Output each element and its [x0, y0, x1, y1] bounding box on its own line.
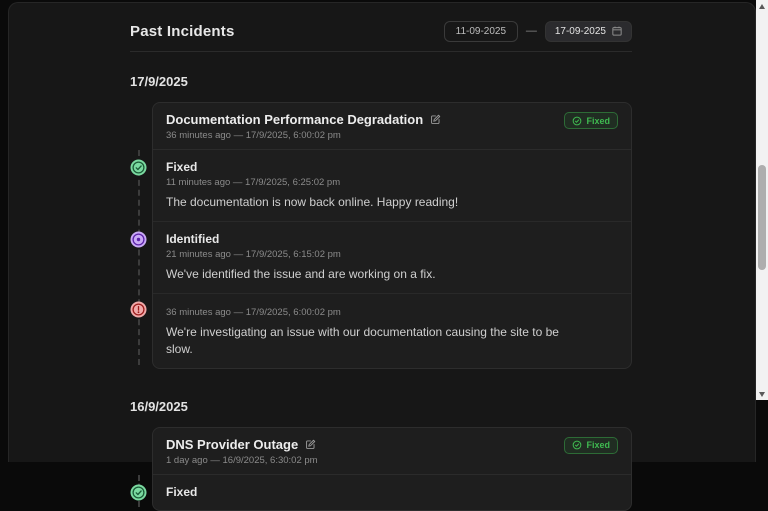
incident-timestamp: 36 minutes ago — 17/9/2025, 6:00:02 pm	[166, 130, 441, 141]
incident-timestamp: 1 day ago — 16/9/2025, 6:30:02 pm	[166, 455, 318, 466]
alert-circle-icon	[130, 301, 147, 318]
check-circle-icon	[572, 116, 582, 126]
status-badge: Fixed	[564, 112, 618, 129]
incident-update: Identified 21 minutes ago — 17/9/2025, 6…	[153, 222, 631, 294]
date-from-input[interactable]: 11-09-2025	[444, 21, 518, 42]
section-date-heading: 17/9/2025	[130, 74, 632, 89]
incident-card-header: Documentation Performance Degradation 36…	[153, 103, 631, 150]
edit-icon[interactable]	[430, 114, 441, 125]
date-range-separator: —	[526, 25, 537, 37]
incident-title: Documentation Performance Degradation	[166, 112, 423, 127]
sections: 17/9/2025 Documentation Performance Degr…	[130, 74, 632, 511]
scroll-up-arrow[interactable]	[756, 0, 768, 12]
header-divider	[130, 51, 632, 52]
status-badge-label: Fixed	[586, 116, 610, 126]
scrollbar[interactable]	[756, 0, 768, 400]
date-range-picker: 11-09-2025 — 17-09-2025	[444, 21, 632, 42]
incident-card-wrap: DNS Provider Outage 1 day ago — 16/9/202…	[130, 427, 632, 511]
status-badge: Fixed	[564, 437, 618, 454]
update-status: Fixed	[166, 160, 618, 174]
scroll-down-arrow[interactable]	[756, 388, 768, 400]
incident-title: DNS Provider Outage	[166, 437, 298, 452]
check-circle-icon	[572, 440, 582, 450]
update-status: Fixed	[166, 485, 618, 499]
incident-card-wrap: Documentation Performance Degradation 36…	[130, 102, 632, 369]
incident-update: Fixed 11 minutes ago — 17/9/2025, 6:25:0…	[153, 150, 631, 222]
search-circle-icon	[130, 231, 147, 248]
incident-card-header: DNS Provider Outage 1 day ago — 16/9/202…	[153, 428, 631, 475]
timeline-connector	[138, 150, 140, 365]
scrollbar-thumb[interactable]	[758, 165, 766, 270]
page-container: Past Incidents 11-09-2025 — 17-09-2025	[8, 2, 756, 462]
update-timestamp: 11 minutes ago — 17/9/2025, 6:25:02 pm	[166, 177, 618, 188]
update-message: We're investigating an issue with our do…	[166, 324, 586, 356]
date-to-input[interactable]: 17-09-2025	[545, 21, 632, 42]
update-status: Identified	[166, 232, 618, 246]
incident-update: 36 minutes ago — 17/9/2025, 6:00:02 pm W…	[153, 294, 631, 367]
past-incidents-content: Past Incidents 11-09-2025 — 17-09-2025	[130, 3, 632, 511]
date-to-value: 17-09-2025	[555, 26, 606, 37]
updates: Fixed	[153, 475, 631, 510]
incident-card: DNS Provider Outage 1 day ago — 16/9/202…	[152, 427, 632, 511]
status-badge-label: Fixed	[586, 440, 610, 450]
update-timestamp: 21 minutes ago — 17/9/2025, 6:15:02 pm	[166, 249, 618, 260]
page-header: Past Incidents 11-09-2025 — 17-09-2025	[130, 17, 632, 45]
incident-section: 16/9/2025 DNS Provider Outage	[130, 399, 632, 511]
update-timestamp: 36 minutes ago — 17/9/2025, 6:00:02 pm	[166, 307, 618, 318]
edit-icon[interactable]	[305, 439, 316, 450]
calendar-icon[interactable]	[612, 26, 622, 36]
check-circle-icon	[130, 159, 147, 176]
incident-section: 17/9/2025 Documentation Performance Degr…	[130, 74, 632, 369]
updates: Fixed 11 minutes ago — 17/9/2025, 6:25:0…	[153, 150, 631, 368]
check-circle-icon	[130, 484, 147, 501]
update-message: We've identified the issue and are worki…	[166, 266, 586, 282]
update-message: The documentation is now back online. Ha…	[166, 194, 586, 210]
section-date-heading: 16/9/2025	[130, 399, 632, 414]
page-title: Past Incidents	[130, 23, 235, 40]
incident-update: Fixed	[153, 475, 631, 510]
incident-card: Documentation Performance Degradation 36…	[152, 102, 632, 369]
